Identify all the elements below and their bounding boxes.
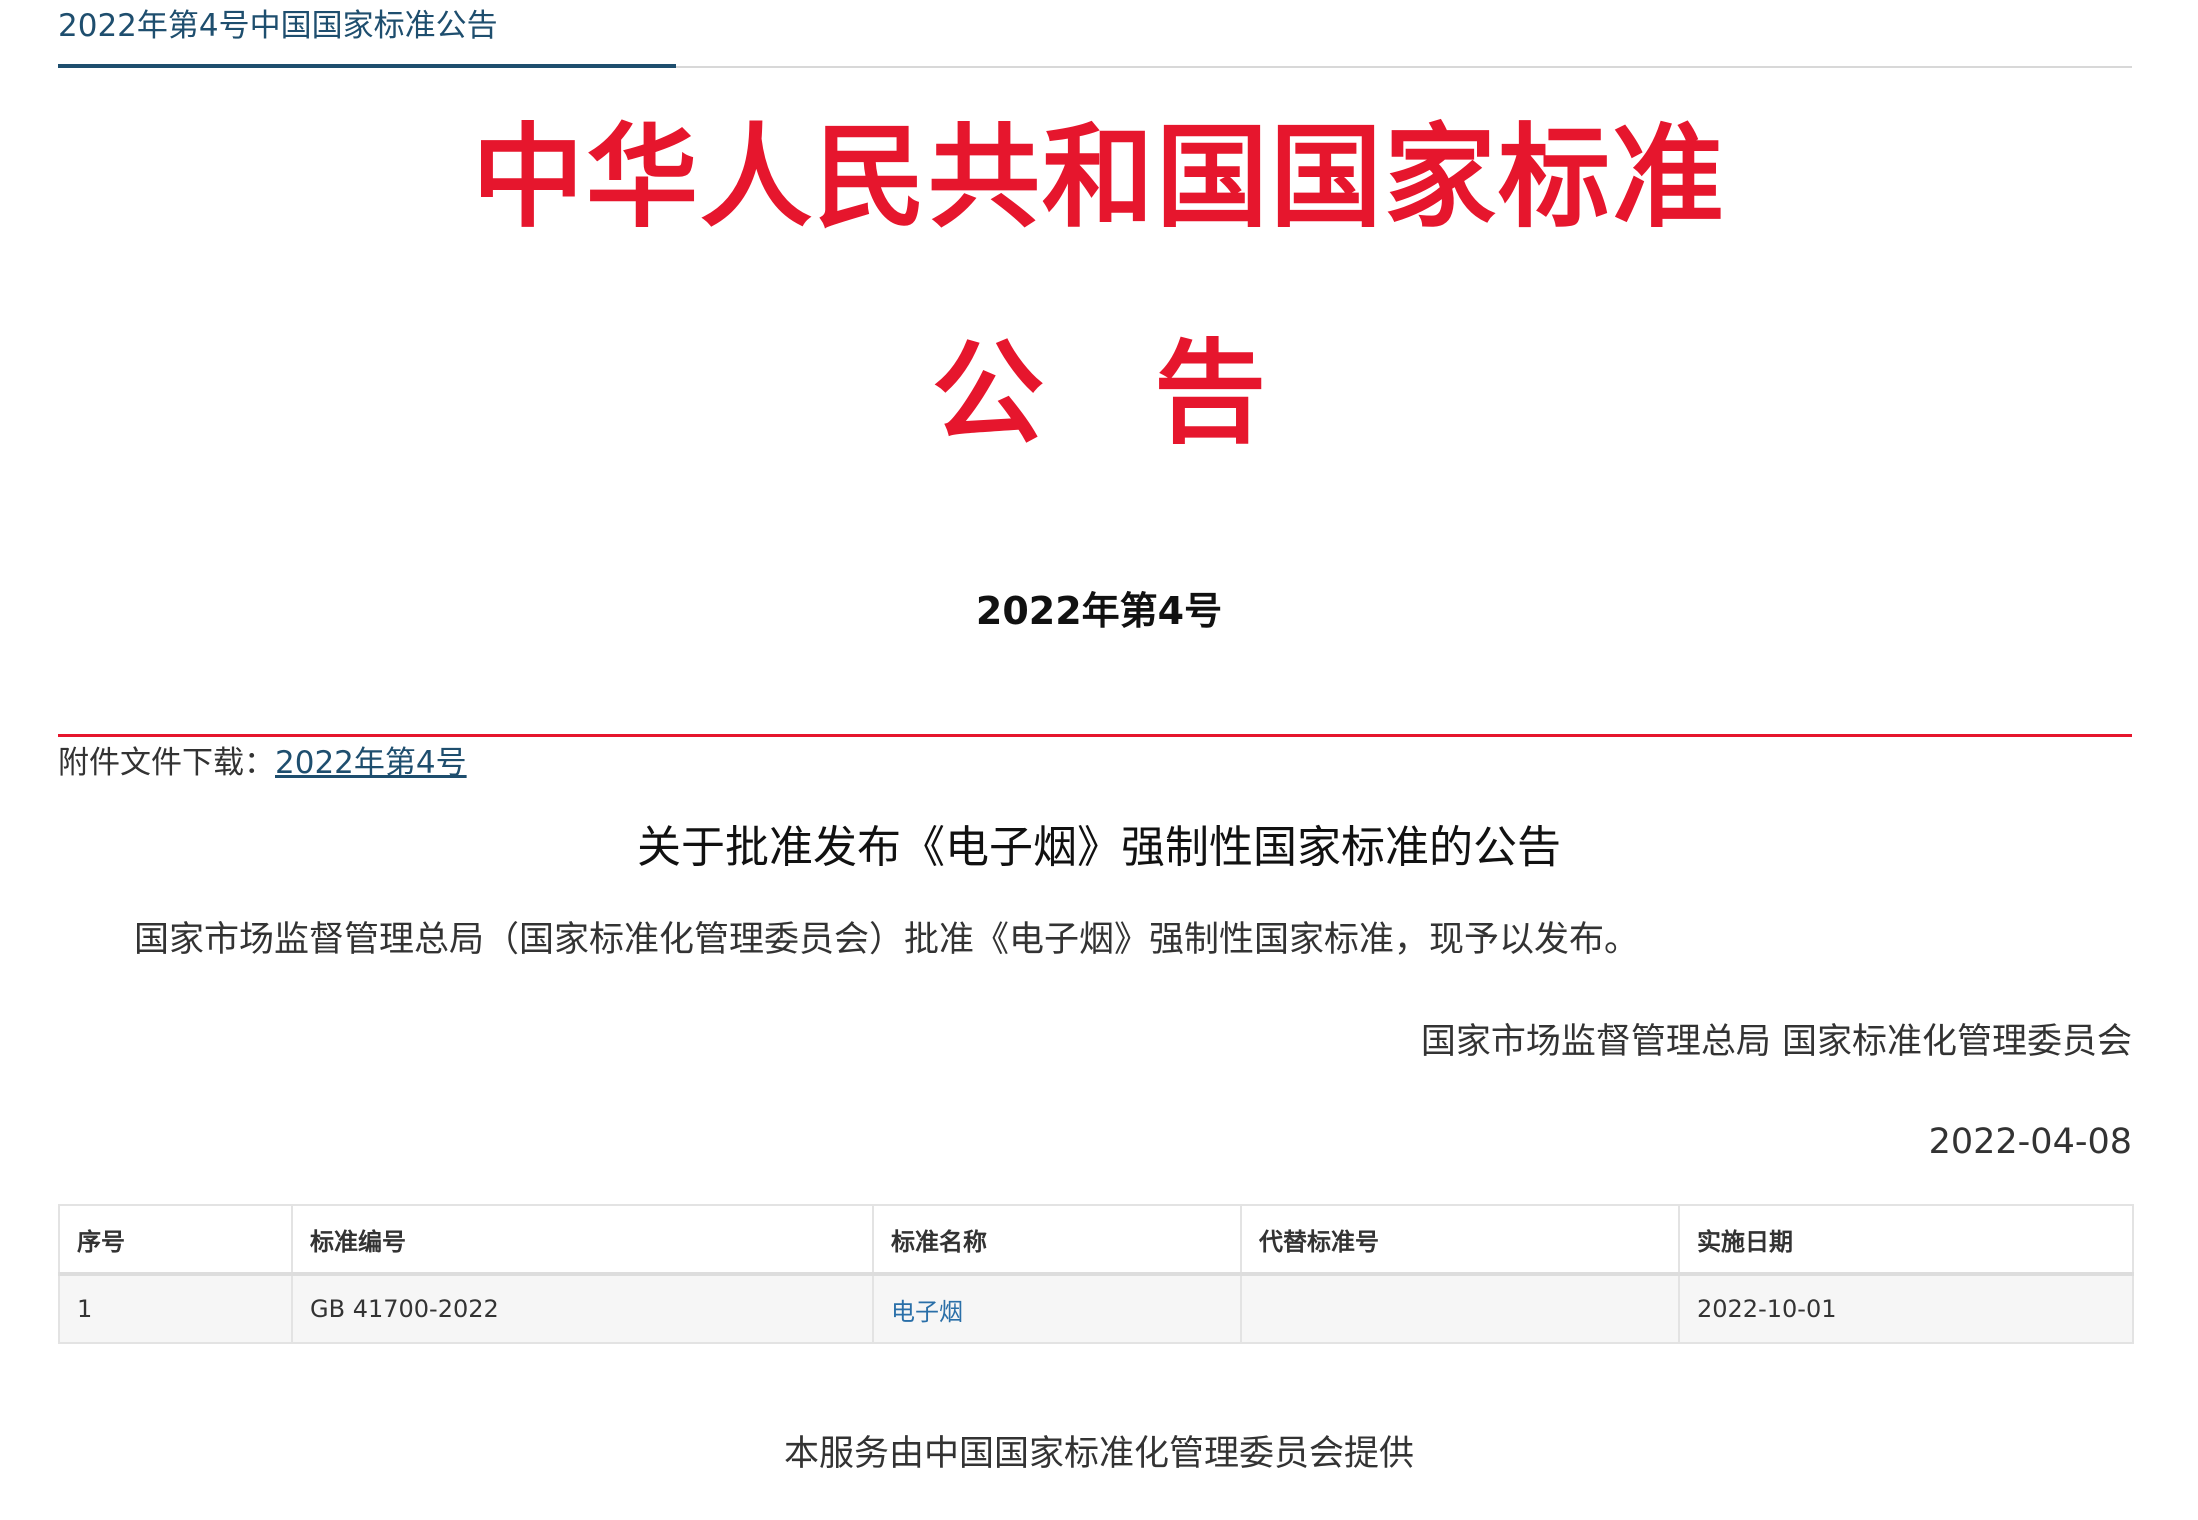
cell-standard-number: GB 41700-2022 xyxy=(291,1273,874,1344)
announcement-heading: 中华人民共和国国家标准 xyxy=(472,113,1726,243)
attachment-row: 附件文件下载：2022年第4号 xyxy=(58,740,467,786)
notice-word: 公告 xyxy=(0,324,2198,464)
cell-serial: 1 xyxy=(58,1273,293,1344)
cell-replaced-standard xyxy=(1240,1273,1680,1344)
table-header-row: 序号 标准编号 标准名称 代替标准号 实施日期 xyxy=(58,1204,2134,1276)
page-title: 2022年第4号中国国家标准公告 xyxy=(58,8,498,44)
column-header-effective-date: 实施日期 xyxy=(1678,1204,2134,1276)
table-row: 1 GB 41700-2022 电子烟 2022-10-01 xyxy=(58,1273,2134,1344)
cell-effective-date: 2022-10-01 xyxy=(1678,1273,2134,1344)
column-header-serial: 序号 xyxy=(58,1204,293,1276)
column-header-standard-number: 标准编号 xyxy=(291,1204,874,1276)
notice-char-1: 公 xyxy=(932,329,1044,459)
attachment-label: 附件文件下载： xyxy=(58,745,275,781)
issue-number: 2022年第4号 xyxy=(975,589,1223,633)
document-title: 关于批准发布《电子烟》强制性国家标准的公告 xyxy=(637,822,1561,873)
red-divider xyxy=(58,734,2132,737)
column-header-standard-name: 标准名称 xyxy=(872,1204,1242,1276)
notice-char-2: 告 xyxy=(1154,329,1266,459)
standards-table: 序号 标准编号 标准名称 代替标准号 实施日期 1 GB 41700-2022 … xyxy=(58,1204,2134,1344)
standard-name-link[interactable]: 电子烟 xyxy=(872,1273,1242,1344)
column-header-replaced-standard: 代替标准号 xyxy=(1240,1204,1680,1276)
document-body: 国家市场监督管理总局（国家标准化管理委员会）批准《电子烟》强制性国家标准，现予以… xyxy=(134,920,1640,960)
page: 2022年第4号中国国家标准公告 中华人民共和国国家标准 公告 2022年第4号… xyxy=(0,0,2198,1520)
attachment-download-link[interactable]: 2022年第4号 xyxy=(275,745,467,781)
document-signatory: 国家市场监督管理总局 国家标准化管理委员会 xyxy=(1420,1022,2132,1062)
footer-text: 本服务由中国国家标准化管理委员会提供 xyxy=(783,1434,1414,1474)
title-divider-accent xyxy=(58,64,676,68)
document-date: 2022-04-08 xyxy=(1928,1122,2132,1162)
